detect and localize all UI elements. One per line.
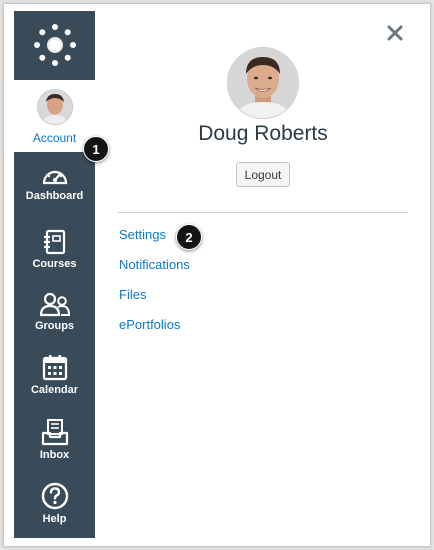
eportfolios-link[interactable]: ePortfolios [119, 317, 180, 332]
sidebar-item-label: Courses [32, 258, 77, 270]
sidebar-item-label: Account [32, 131, 77, 145]
user-name: Doug Roberts [198, 122, 328, 145]
sidebar-item-label: Dashboard [25, 190, 84, 202]
canvas-logo-icon [33, 24, 76, 66]
settings-link[interactable]: Settings [119, 227, 166, 242]
close-icon[interactable] [386, 24, 404, 42]
logout-button[interactable]: Logout [236, 162, 290, 187]
sidebar-item-help[interactable]: Help [14, 482, 95, 525]
help-icon [41, 482, 68, 510]
sidebar-item-label: Calendar [30, 384, 79, 396]
notifications-link[interactable]: Notifications [119, 257, 190, 272]
user-avatar [227, 47, 299, 119]
sidebar-item-label: Groups [34, 320, 75, 332]
callout-badge-1: 1 [83, 136, 109, 162]
sidebar-item-inbox[interactable]: Inbox [14, 419, 95, 461]
courses-icon [43, 229, 65, 255]
divider [118, 212, 408, 213]
inbox-icon [41, 419, 68, 446]
sidebar-item-groups[interactable]: Groups [14, 291, 95, 332]
account-avatar [36, 89, 73, 125]
sidebar-item-calendar[interactable]: Calendar [14, 354, 95, 396]
calendar-icon [42, 355, 67, 381]
groups-icon [39, 292, 70, 317]
sidebar-item-label: Inbox [39, 449, 70, 461]
canvas-logo[interactable] [14, 11, 95, 79]
files-link[interactable]: Files [119, 287, 146, 302]
sidebar-item-courses[interactable]: Courses [14, 229, 95, 270]
sidebar-item-label: Help [42, 513, 67, 525]
sidebar-item-dashboard[interactable]: Dashboard [14, 165, 95, 202]
sidebar-item-account[interactable]: Account [14, 80, 95, 152]
callout-badge-2: 2 [176, 224, 202, 250]
dashboard-icon [42, 170, 67, 185]
